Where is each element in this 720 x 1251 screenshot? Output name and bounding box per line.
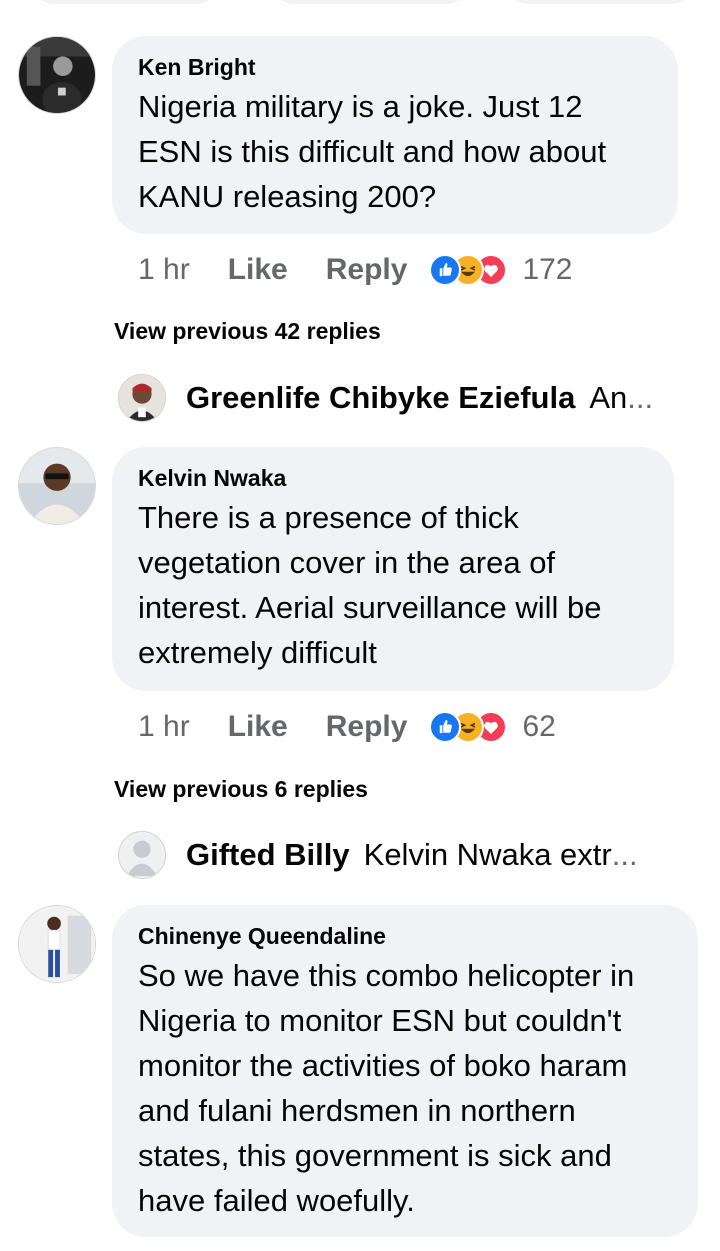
reply-author[interactable]: Greenlife Chibyke Eziefula — [186, 380, 575, 416]
comment-text: So we have this combo helicopter in Nige… — [138, 958, 635, 1218]
reaction-count[interactable]: 172 — [522, 253, 572, 287]
reply-ellipsis: ... — [627, 380, 654, 415]
reply-button[interactable]: Reply — [326, 710, 408, 744]
reactions-summary[interactable] — [429, 254, 508, 286]
avatar-kelvin-nwaka[interactable] — [18, 447, 96, 525]
previous-comment-stub — [30, 0, 220, 4]
like-icon — [429, 254, 462, 286]
previous-comment-stub — [505, 0, 695, 4]
avatar-greenlife[interactable] — [118, 374, 166, 422]
comment-time[interactable]: 1 hr — [138, 253, 190, 287]
comment-text: There is a presence of thick vegetation … — [138, 500, 602, 670]
comment-text: Nigeria military is a joke. Just 12 ESN … — [138, 89, 607, 214]
reply-snippet: Kelvin Nwaka extr — [363, 837, 612, 872]
comment-bubble[interactable]: Ken Bright Nigeria military is a joke. J… — [112, 36, 678, 234]
view-previous-replies[interactable]: View previous 42 replies — [114, 318, 381, 345]
like-button[interactable]: Like — [228, 710, 288, 744]
comment-time[interactable]: 1 hr — [138, 710, 190, 744]
previous-comment-stub — [270, 0, 470, 4]
comment-meta: 1 hr Like Reply 172 — [138, 250, 573, 290]
comment-author[interactable]: Kelvin Nwaka — [138, 463, 648, 493]
comment-author[interactable]: Ken Bright — [138, 52, 652, 82]
avatar-ken-bright[interactable] — [18, 36, 96, 114]
comment-bubble[interactable]: Kelvin Nwaka There is a presence of thic… — [112, 447, 674, 691]
reply-ellipsis: ... — [611, 837, 638, 872]
reactions-summary[interactable] — [429, 711, 508, 743]
comment-bubble[interactable]: Chinenye Queendaline So we have this com… — [112, 905, 698, 1237]
like-icon — [429, 711, 462, 743]
comments-thread: Ken Bright Nigeria military is a joke. J… — [0, 0, 720, 1251]
avatar-chinenye-queendaline[interactable] — [18, 905, 96, 983]
reply-preview[interactable]: Gifted Billy Kelvin Nwaka extr... — [118, 830, 678, 880]
reaction-count[interactable]: 62 — [522, 710, 555, 744]
reply-author[interactable]: Gifted Billy — [186, 837, 350, 873]
view-previous-replies[interactable]: View previous 6 replies — [114, 776, 368, 803]
reply-preview[interactable]: Greenlife Chibyke Eziefula An... — [118, 373, 678, 423]
reply-button[interactable]: Reply — [326, 253, 408, 287]
comment-author[interactable]: Chinenye Queendaline — [138, 921, 672, 951]
like-button[interactable]: Like — [228, 253, 288, 287]
reply-snippet: An — [589, 380, 628, 415]
avatar-gifted-billy[interactable] — [118, 831, 166, 879]
comment-meta: 1 hr Like Reply 62 — [138, 707, 556, 747]
